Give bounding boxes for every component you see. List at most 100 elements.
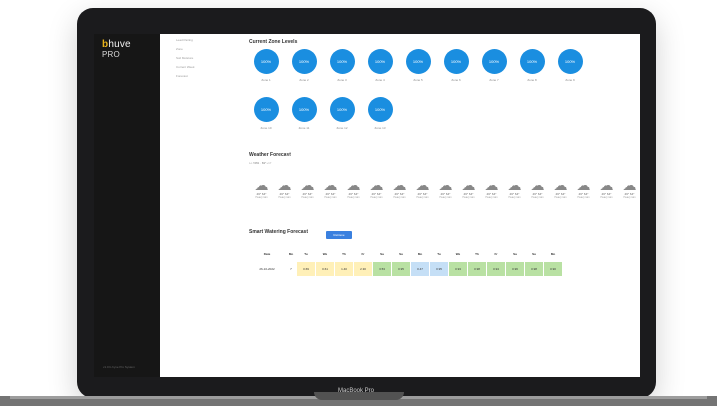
- zone-label: Zone 13: [374, 126, 386, 130]
- zone-label: Zone 10: [260, 126, 272, 130]
- zone-label: Zone 7: [489, 78, 499, 82]
- retrieve-button[interactable]: Retrieve: [326, 231, 352, 239]
- zone-13: 100% Zone 13: [364, 97, 396, 130]
- table-header-cell: Mo: [417, 252, 423, 256]
- table-cell: 1.40: [335, 262, 353, 276]
- table-cell: 0.95: [392, 262, 410, 276]
- sidebar-footer: v1.0 b-hyve Pro System: [103, 365, 135, 369]
- weather-desc: Heavy rain: [531, 196, 544, 199]
- menu-item-2[interactable]: Zone: [176, 47, 194, 51]
- weather-desc: Heavy rain: [255, 196, 268, 199]
- table-cell: 0.47: [411, 262, 429, 276]
- weather-title: Weather Forecast: [249, 152, 291, 158]
- weather-desc: Heavy rain: [600, 196, 613, 199]
- weather-desc: Heavy rain: [324, 196, 337, 199]
- table-header-cell: Su: [532, 252, 536, 256]
- menu-item-5[interactable]: Forecast: [176, 74, 194, 78]
- smart-watering-title: Smart Watering Forecast: [249, 229, 308, 235]
- weather-day-3: ☁ 46° 64° Heavy rain: [295, 178, 320, 199]
- app-screen: bhuve PRO v1.0 b-hyve Pro System Lead Pa…: [94, 34, 640, 377]
- weather-icon: ☁: [392, 177, 407, 193]
- table-header-cell: Su: [399, 252, 403, 256]
- sidebar: bhuve PRO v1.0 b-hyve Pro System: [94, 34, 160, 377]
- weather-subtitle: Lo 60% · 81°+17: [249, 161, 272, 165]
- weather-day-6: ☁ 46° 64° Heavy rain: [364, 178, 389, 199]
- table-header-cell: Mo: [550, 252, 556, 256]
- zone-label: Zone 4: [375, 78, 385, 82]
- table-cell: 0.94: [487, 262, 505, 276]
- weather-icon: ☁: [553, 177, 568, 193]
- table-header-cell: Th: [475, 252, 479, 256]
- weather-desc: Heavy rain: [416, 196, 429, 199]
- zone-label: Zone 3: [337, 78, 347, 82]
- weather-day-1: ☁ 46° 64° Heavy rain: [249, 178, 274, 199]
- weather-day-13: ☁ 46° 64° Heavy rain: [525, 178, 550, 199]
- weather-day-9: ☁ 46° 64° Heavy rain: [433, 178, 458, 199]
- weather-desc: Heavy rain: [347, 196, 360, 199]
- zone-level-circle: 100%: [367, 49, 393, 74]
- weather-day-17: ☁ 46° 64° Heavy rain: [617, 178, 640, 199]
- table-cell: 0.98: [525, 262, 543, 276]
- menu-item-4[interactable]: Current Week: [176, 65, 194, 69]
- zone-8: 100% Zone 8: [516, 49, 548, 82]
- weather-icon: ☁: [622, 177, 637, 193]
- weather-icon: ☁: [346, 177, 361, 193]
- zone-label: Zone 1: [261, 78, 271, 82]
- table-cell: 0.93: [449, 262, 467, 276]
- table-header-cell: Fr: [361, 252, 365, 256]
- weather-desc: Heavy rain: [623, 196, 636, 199]
- zone-label: Zone 12: [336, 126, 348, 130]
- table-cell: 3.53: [373, 262, 391, 276]
- table-header-cell: Mo: [288, 252, 294, 256]
- zone-level-circle: 100%: [253, 49, 279, 74]
- weather-icon: ☁: [277, 177, 292, 193]
- menu-item-3[interactable]: Soil Moisture: [176, 56, 194, 60]
- weather-desc: Heavy rain: [508, 196, 521, 199]
- zone-level-circle: 100%: [443, 49, 469, 74]
- table-cell: 0.96: [506, 262, 524, 276]
- weather-desc: Heavy rain: [462, 196, 475, 199]
- zone-label: Zone 2: [299, 78, 309, 82]
- zone-3: 100% Zone 3: [326, 49, 358, 82]
- zone-level-circle: 100%: [519, 49, 545, 74]
- zone-level-circle: 100%: [291, 97, 317, 122]
- weather-desc: Heavy rain: [485, 196, 498, 199]
- weather-icon: ☁: [369, 177, 384, 193]
- zone-7: 100% Zone 7: [478, 49, 510, 82]
- weather-day-14: ☁ 46° 64° Heavy rain: [548, 178, 573, 199]
- table-header-cell: Fr: [494, 252, 498, 256]
- table-header-cell: Th: [342, 252, 346, 256]
- weather-desc: Heavy rain: [393, 196, 406, 199]
- brand-name: huve: [108, 39, 131, 50]
- zone-label: Zone 9: [565, 78, 575, 82]
- table-cell: 0.90: [544, 262, 562, 276]
- zone-level-circle: 100%: [253, 97, 279, 122]
- zone-10: 100% Zone 10: [250, 97, 282, 130]
- zone-level-circle: 100%: [329, 49, 355, 74]
- weather-icon: ☁: [415, 177, 430, 193]
- zone-level-circle: 100%: [481, 49, 507, 74]
- weather-day-12: ☁ 46° 64° Heavy rain: [502, 178, 527, 199]
- table-header-cell: Date: [263, 252, 271, 256]
- table-cell: 0.69: [297, 262, 315, 276]
- weather-icon: ☁: [484, 177, 499, 193]
- brand-logo: bhuve PRO: [102, 40, 131, 60]
- zone-level-circle: 100%: [291, 49, 317, 74]
- weather-icon: ☁: [530, 177, 545, 193]
- zone-6: 100% Zone 6: [440, 49, 472, 82]
- weather-day-16: ☁ 46° 64° Heavy rain: [594, 178, 619, 199]
- weather-day-7: ☁ 46° 64° Heavy rain: [387, 178, 412, 199]
- menu-item-1[interactable]: Lead Pairing: [176, 38, 194, 42]
- weather-icon: ☁: [507, 177, 522, 193]
- zone-4: 100% Zone 4: [364, 49, 396, 82]
- weather-icon: ☁: [576, 177, 591, 193]
- weather-icon: ☁: [438, 177, 453, 193]
- weather-desc: Heavy rain: [554, 196, 567, 199]
- weather-desc: Heavy rain: [577, 196, 590, 199]
- zone-12: 100% Zone 12: [326, 97, 358, 130]
- current-zone-title: Current Zone Levels: [249, 39, 298, 45]
- table-header-cell: Tu: [437, 252, 441, 256]
- table-cell: 26-10-2022: [259, 267, 275, 271]
- weather-icon: ☁: [254, 177, 269, 193]
- table-cell: 0.95: [430, 262, 448, 276]
